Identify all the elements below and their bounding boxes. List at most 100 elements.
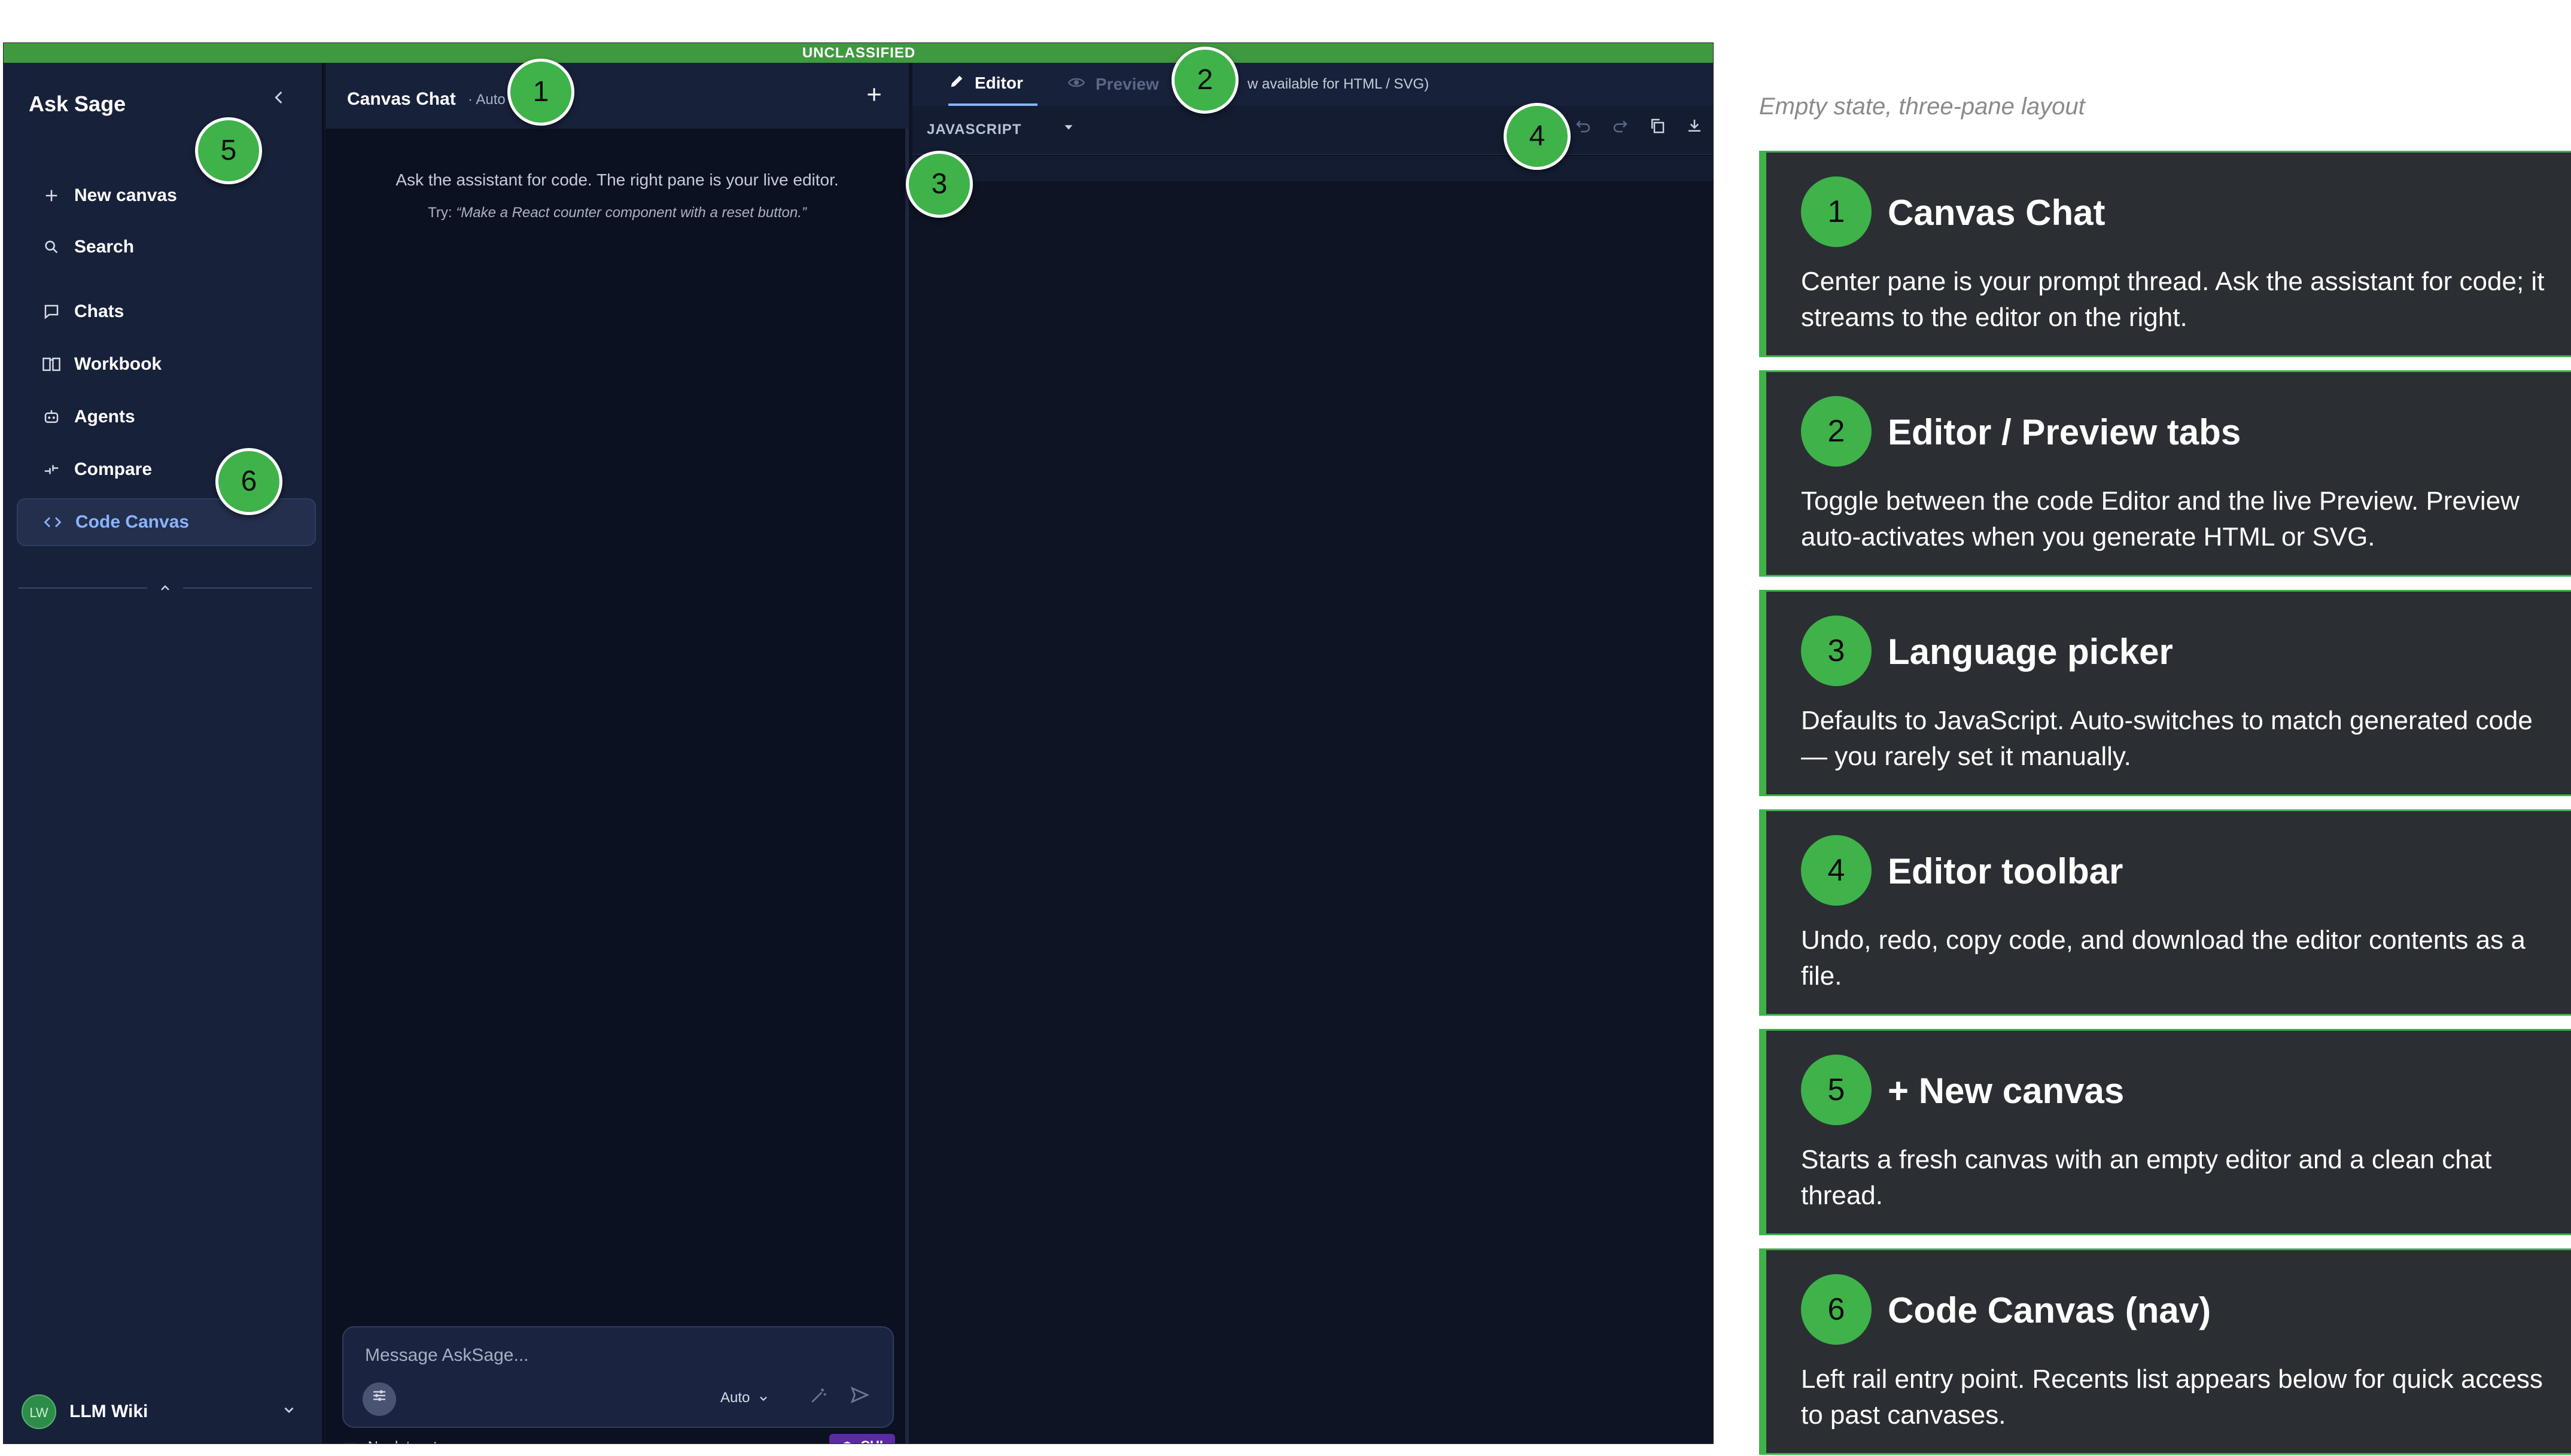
chat-header: Canvas Chat · Auto xyxy=(325,63,909,129)
card-description: Starts a fresh canvas with an empty edit… xyxy=(1801,1145,2492,1210)
empty-state-example: Try: “Make a React counter component wit… xyxy=(428,205,807,221)
tab-preview[interactable]: Preview xyxy=(1067,63,1159,106)
tab-editor[interactable]: Editor xyxy=(948,63,1037,106)
card-title: Code Canvas (nav) xyxy=(1888,1290,2211,1330)
callout-card: 1 Canvas Chat Center pane is your prompt… xyxy=(1759,151,2571,357)
card-number: 6 xyxy=(1801,1274,1872,1345)
redo-icon xyxy=(1613,120,1627,133)
chevron-down-icon xyxy=(760,1396,767,1401)
sidebar-item-label: Chats xyxy=(74,301,124,321)
message-composer[interactable]: Message AskSage... Auto xyxy=(342,1326,894,1428)
undo-icon xyxy=(1576,120,1590,133)
chat-footer: No datasets CUI xyxy=(343,1434,895,1443)
copy-icon xyxy=(1651,118,1665,133)
page: UNCLASSIFIED Ask Sage New canvas Search xyxy=(0,0,2571,1456)
callout-badge: 3 xyxy=(906,151,973,218)
chat-title: Canvas Chat xyxy=(347,89,456,109)
new-chat-button[interactable] xyxy=(859,81,889,111)
card-number: 4 xyxy=(1801,835,1872,906)
card-title: Language picker xyxy=(1888,632,2173,672)
card-description: Center pane is your prompt thread. Ask t… xyxy=(1801,267,2545,332)
message-input[interactable]: Message AskSage... xyxy=(365,1345,529,1366)
chevron-down-icon xyxy=(281,1402,297,1422)
card-description: Toggle between the code Editor and the l… xyxy=(1801,486,2520,552)
callout-badge: 4 xyxy=(1504,103,1571,170)
card-title: Canvas Chat xyxy=(1888,193,2106,233)
pencil-icon xyxy=(948,73,965,94)
collapse-sidebar-button[interactable] xyxy=(267,87,291,111)
callout-badge: 2 xyxy=(1172,47,1239,114)
card-number: 2 xyxy=(1801,396,1872,467)
sidebar-item-label: Compare xyxy=(74,459,153,479)
chevron-left-icon xyxy=(275,92,282,103)
sidebar: Ask Sage New canvas Search Chats Workboo… xyxy=(4,63,324,1443)
sidebar-item-workbook[interactable]: Workbook xyxy=(17,340,316,388)
sidebar-item-search[interactable]: Search xyxy=(17,223,316,271)
callout-card: 4 Editor toolbar Undo, redo, copy code, … xyxy=(1759,809,2571,1016)
caret-down-icon[interactable] xyxy=(1062,119,1075,138)
shield-icon xyxy=(843,1441,851,1443)
card-title: Editor / Preview tabs xyxy=(1888,412,2241,452)
card-number: 1 xyxy=(1801,176,1872,247)
editor-actions xyxy=(1571,117,1707,142)
user-menu[interactable]: LW LLM Wiki xyxy=(22,1391,309,1433)
search-icon xyxy=(34,239,69,255)
card-description: Undo, redo, copy code, and download the … xyxy=(1801,925,2526,991)
card-title: + New canvas xyxy=(1888,1071,2125,1111)
card-description: Left rail entry point. Recents list appe… xyxy=(1801,1364,2543,1430)
sidebar-item-agents[interactable]: Agents xyxy=(17,393,316,441)
eye-icon xyxy=(1067,74,1086,95)
callout-badge: 5 xyxy=(195,117,262,184)
editor-pane: Editor Preview w available for HTML / SV… xyxy=(912,63,1713,1443)
sliders-icon xyxy=(373,1390,385,1401)
chat-bubble-icon xyxy=(34,303,69,321)
callout-card: 5 + New canvas Starts a fresh canvas wit… xyxy=(1759,1029,2571,1235)
card-title: Editor toolbar xyxy=(1888,851,2123,891)
card-number: 5 xyxy=(1801,1055,1872,1125)
canvas-chat-pane: Canvas Chat · Auto Ask the assistant for… xyxy=(325,63,909,1443)
sidebar-item-label: Search xyxy=(74,237,135,257)
settings-sliders-button[interactable] xyxy=(363,1382,396,1416)
callout-card: 3 Language picker Defaults to JavaScript… xyxy=(1759,590,2571,796)
user-name: LLM Wiki xyxy=(69,1402,148,1421)
card-number: 3 xyxy=(1801,616,1872,686)
callout-card: 6 Code Canvas (nav) Left rail entry poin… xyxy=(1759,1248,2571,1455)
sidebar-item-chats[interactable]: Chats xyxy=(17,288,316,336)
sidebar-item-label: New canvas xyxy=(74,185,177,205)
new-canvas-button[interactable]: New canvas xyxy=(17,172,316,220)
plus-icon xyxy=(868,88,881,101)
datasets-selector[interactable]: No datasets xyxy=(343,1439,445,1443)
chat-model-label: · Auto xyxy=(468,92,506,108)
cui-badge: CUI xyxy=(829,1434,895,1443)
brand-title: Ask Sage xyxy=(29,92,126,116)
preview-availability-hint: w available for HTML / SVG) xyxy=(1248,76,1429,92)
callout-card: 2 Editor / Preview tabs Toggle between t… xyxy=(1759,370,2571,577)
empty-state-text: Ask the assistant for code. The right pa… xyxy=(395,170,839,189)
callout-badge: 6 xyxy=(215,448,282,515)
recents-divider[interactable] xyxy=(19,580,312,598)
robot-icon xyxy=(34,408,69,426)
book-icon xyxy=(34,355,69,373)
sidebar-item-label: Code Canvas xyxy=(75,512,190,532)
model-selector[interactable]: Auto xyxy=(720,1390,769,1406)
redo-button[interactable] xyxy=(1608,117,1633,142)
send-button[interactable] xyxy=(850,1385,870,1410)
code-editor-active-line[interactable] xyxy=(912,156,1713,181)
code-icon xyxy=(35,513,71,531)
sidebar-item-label: Agents xyxy=(74,407,135,427)
undo-button[interactable] xyxy=(1571,117,1596,142)
copy-button[interactable] xyxy=(1645,117,1670,142)
callout-badge: 1 xyxy=(507,59,574,126)
card-description: Defaults to JavaScript. Auto-switches to… xyxy=(1801,706,2533,771)
sidebar-item-label: Workbook xyxy=(74,354,162,374)
editor-toolbar: JAVASCRIPT xyxy=(912,106,1713,155)
magic-wand-icon xyxy=(811,1388,826,1403)
language-picker[interactable]: JAVASCRIPT xyxy=(927,121,1021,138)
download-icon xyxy=(1688,120,1700,132)
editor-tabs: Editor Preview w available for HTML / SV… xyxy=(912,63,1713,106)
download-button[interactable] xyxy=(1682,117,1707,142)
compare-icon xyxy=(34,461,69,479)
magic-wand-button[interactable] xyxy=(809,1386,828,1410)
chevron-up-icon xyxy=(153,580,177,598)
classification-banner: UNCLASSIFIED xyxy=(4,43,1713,63)
